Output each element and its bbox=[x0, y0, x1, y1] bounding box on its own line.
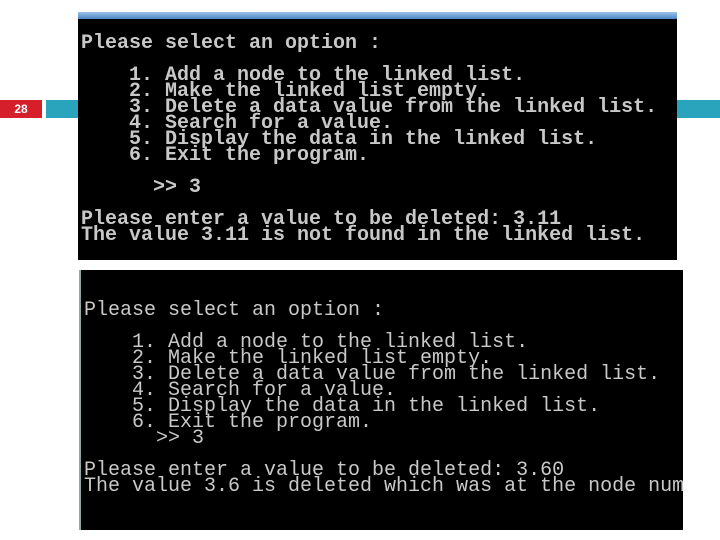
accent-bar-left bbox=[46, 100, 78, 118]
console-output: Please select an option : 1. Add a node … bbox=[84, 299, 683, 498]
console-line: Please select an option : bbox=[84, 299, 385, 322]
console-screenshot-not-found: Please select an option : 1. Add a node … bbox=[78, 12, 677, 260]
console-prompt: >> 3 bbox=[81, 176, 202, 199]
window-title-bar bbox=[78, 12, 677, 19]
console-screenshot-deleted: Please select an option : 1. Add a node … bbox=[79, 270, 683, 530]
console-line: Please select an option : bbox=[81, 32, 382, 55]
console-result: The value 3.6 is deleted which was at th… bbox=[84, 475, 683, 498]
console-output: Please select an option : 1. Add a node … bbox=[81, 32, 657, 247]
slide-number: 28 bbox=[0, 100, 42, 118]
console-result: The value 3.11 is not found in the linke… bbox=[81, 224, 646, 247]
accent-bar-right bbox=[677, 100, 720, 118]
console-prompt: >> 3 bbox=[84, 427, 205, 450]
